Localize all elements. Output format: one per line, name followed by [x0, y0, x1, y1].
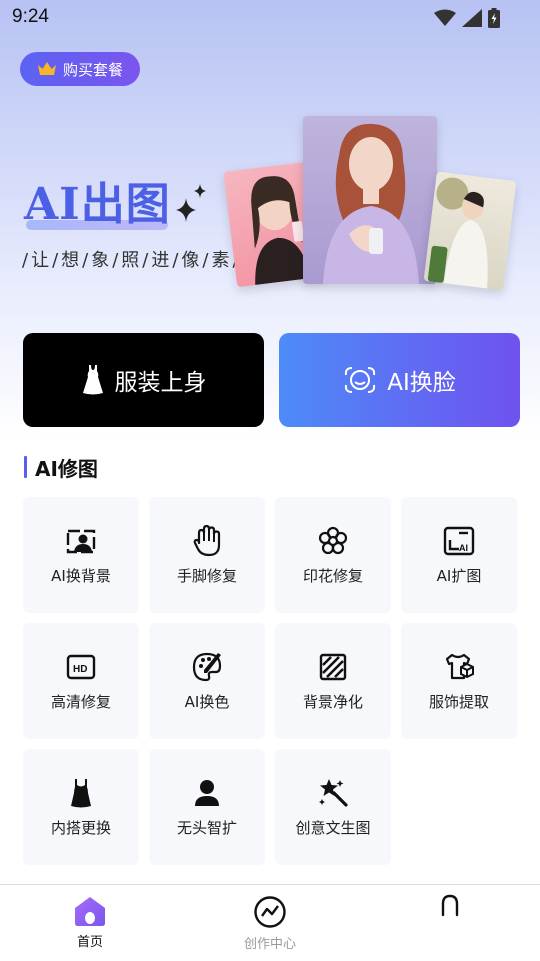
sparkle-icon	[176, 184, 206, 222]
section-heading: AI修图	[24, 455, 98, 481]
tool-print-repair[interactable]: 印花修复	[275, 497, 391, 613]
face-swap-label: AI换脸	[387, 370, 456, 396]
tool-label: 创意文生图	[295, 818, 371, 837]
tool-hand-foot-repair[interactable]: 手脚修复	[149, 497, 265, 613]
hero-title: AI出图	[24, 179, 171, 230]
tool-label: AI扩图	[436, 566, 482, 585]
bottom-nav: 首页 创作中心	[0, 884, 540, 961]
battery-icon	[488, 8, 500, 28]
home-icon	[75, 897, 105, 926]
tool-clothing-extract[interactable]: 服饰提取	[401, 623, 517, 739]
magic-wand-icon	[317, 777, 349, 809]
tool-text-to-image[interactable]: 创意文生图	[275, 749, 391, 865]
tool-label: 无头智扩	[176, 818, 237, 837]
portrait-bg-icon	[65, 525, 97, 557]
tool-inner-swap[interactable]: 内搭更换	[23, 749, 139, 865]
flower-icon	[317, 525, 349, 557]
nav-profile[interactable]	[436, 893, 464, 917]
face-swap-icon	[345, 367, 376, 393]
headphone-icon	[441, 894, 459, 917]
dress-on-label: 服装上身	[114, 370, 207, 396]
tool-label: AI换背景	[51, 566, 111, 585]
signal-icon	[462, 9, 482, 27]
trend-icon	[254, 896, 286, 928]
tool-background-clean[interactable]: 背景净化	[275, 623, 391, 739]
dress-icon	[82, 365, 103, 395]
status-icons	[434, 7, 500, 29]
section-title: AI修图	[35, 456, 98, 481]
buy-package-button[interactable]: 购买套餐	[20, 52, 140, 86]
status-time: 9:24	[12, 6, 49, 27]
status-bar: 9:24	[0, 0, 540, 36]
svg-text:HD: HD	[73, 664, 87, 675]
tool-label: 背景净化	[302, 692, 363, 711]
wifi-icon	[434, 9, 456, 26]
hatch-square-icon	[317, 651, 349, 683]
tool-label: AI换色	[184, 692, 230, 711]
sample-photo-center	[303, 116, 437, 284]
tool-label: 印花修复	[302, 566, 363, 585]
tool-ai-background[interactable]: AI换背景	[23, 497, 139, 613]
hd-icon: HD	[65, 651, 97, 683]
dress-on-button[interactable]: 服装上身	[23, 333, 264, 427]
tank-top-icon	[65, 777, 97, 809]
tool-ai-recolor[interactable]: AI换色	[149, 623, 265, 739]
face-swap-button[interactable]: AI换脸	[279, 333, 520, 427]
expand-ai-icon: AI	[443, 525, 475, 557]
section-accent-bar	[24, 456, 27, 478]
nav-creation-center[interactable]: 创作中心	[234, 895, 306, 952]
shirt-box-icon	[443, 651, 475, 683]
sample-photo-right	[423, 171, 517, 291]
tool-label: 高清修复	[50, 692, 111, 711]
person-icon	[191, 777, 223, 809]
nav-creation-label: 创作中心	[243, 937, 296, 952]
hand-icon	[191, 524, 223, 557]
crown-icon	[37, 62, 56, 75]
tool-label: 服饰提取	[428, 692, 489, 711]
buy-package-label: 购买套餐	[62, 60, 123, 79]
tool-ai-expand[interactable]: AI AI扩图	[401, 497, 517, 613]
hero-slogan: /让/想/象/照/进/像/素/	[22, 250, 242, 271]
tool-headless-expand[interactable]: 无头智扩	[149, 749, 265, 865]
tool-label: 内搭更换	[50, 818, 111, 837]
nav-home-label: 首页	[76, 935, 103, 950]
tool-label: 手脚修复	[176, 566, 237, 585]
svg-text:AI: AI	[459, 543, 468, 553]
nav-home[interactable]: 首页	[68, 895, 112, 950]
tool-hd-repair[interactable]: HD 高清修复	[23, 623, 139, 739]
palette-icon	[191, 651, 223, 683]
